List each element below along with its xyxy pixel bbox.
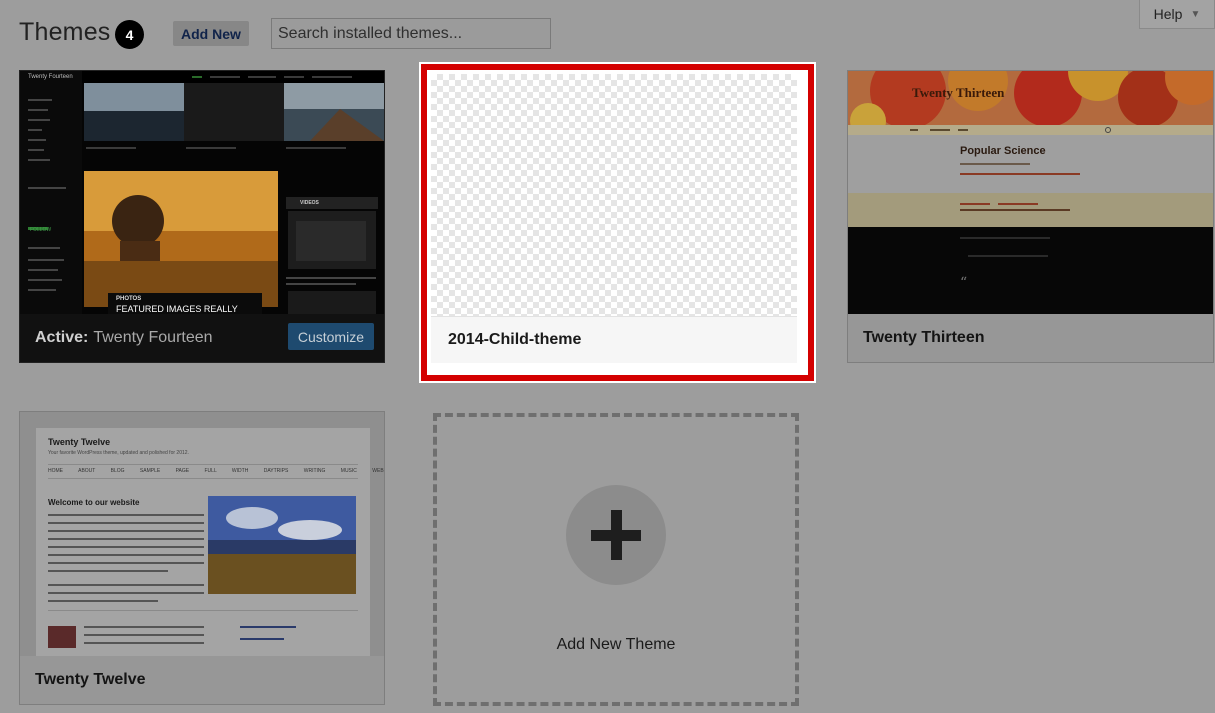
theme-card-twenty-fourteen[interactable]: PHOTOS FEATURED IMAGES REALLY Twenty Fou… xyxy=(19,70,385,363)
help-tab[interactable]: Help ▼ xyxy=(1139,0,1215,29)
preview-videos-label: VIDEOS xyxy=(300,200,319,206)
theme-screenshot[interactable]: PHOTOS FEATURED IMAGES REALLY Twenty Fou… xyxy=(20,71,384,314)
caret-down-icon: ▼ xyxy=(1190,8,1201,20)
active-label: Active: xyxy=(35,329,89,346)
theme-name: 2014-Child-theme xyxy=(431,316,797,363)
preview-post-category: PHOTOS xyxy=(116,296,142,302)
theme-card-twenty-twelve[interactable]: Twenty Twelve Your favorite WordPress th… xyxy=(19,411,385,705)
preview-follow-label: FOLLOW xyxy=(30,227,52,233)
theme-screenshot[interactable]: Twenty Twelve Your favorite WordPress th… xyxy=(20,412,384,656)
twenty-thirteen-preview: “ xyxy=(848,71,1213,314)
add-new-theme-label: Add New Theme xyxy=(556,636,676,653)
theme-count-badge: 4 xyxy=(115,20,144,49)
theme-screenshot[interactable]: “ Twenty Thirteen Popular Science xyxy=(848,71,1213,314)
help-label: Help xyxy=(1153,6,1183,22)
preview-post-title: Welcome to our website xyxy=(48,498,140,507)
page-title: Themes xyxy=(19,18,111,46)
preview-menu: HOME ABOUT BLOG SAMPLE PAGE FULL WIDTH D… xyxy=(48,468,384,474)
twenty-twelve-preview xyxy=(20,412,384,656)
theme-name: Twenty Fourteen xyxy=(93,329,213,346)
preview-site-title: Twenty Fourteen xyxy=(28,74,73,80)
preview-post-title: FEATURED IMAGES REALLY xyxy=(116,304,238,314)
customize-button[interactable]: Customize xyxy=(287,323,374,350)
theme-card-twenty-thirteen[interactable]: “ Twenty Thirteen Popular Science Twenty… xyxy=(847,70,1214,363)
twenty-fourteen-preview xyxy=(20,71,384,314)
preview-site-title: Twenty Thirteen xyxy=(912,85,1005,100)
theme-screenshot-placeholder[interactable] xyxy=(431,74,797,316)
search-input[interactable] xyxy=(271,18,551,49)
preview-post-title: Popular Science xyxy=(960,145,1046,157)
svg-text:“: “ xyxy=(960,275,967,291)
theme-name: Twenty Thirteen xyxy=(848,314,1213,362)
preview-tagline: Your favorite WordPress theme, updated a… xyxy=(48,450,189,456)
add-new-button[interactable]: Add New xyxy=(173,21,249,46)
preview-site-title: Twenty Twelve xyxy=(48,437,111,447)
theme-card-footer: Active: Twenty Fourteen Customize xyxy=(20,314,384,362)
theme-name: Twenty Twelve xyxy=(20,656,384,704)
theme-card-2014-child-theme[interactable]: 2014-Child-theme xyxy=(419,62,816,383)
plus-icon[interactable] xyxy=(566,485,666,585)
add-new-theme-card[interactable]: Add New Theme xyxy=(433,413,799,706)
